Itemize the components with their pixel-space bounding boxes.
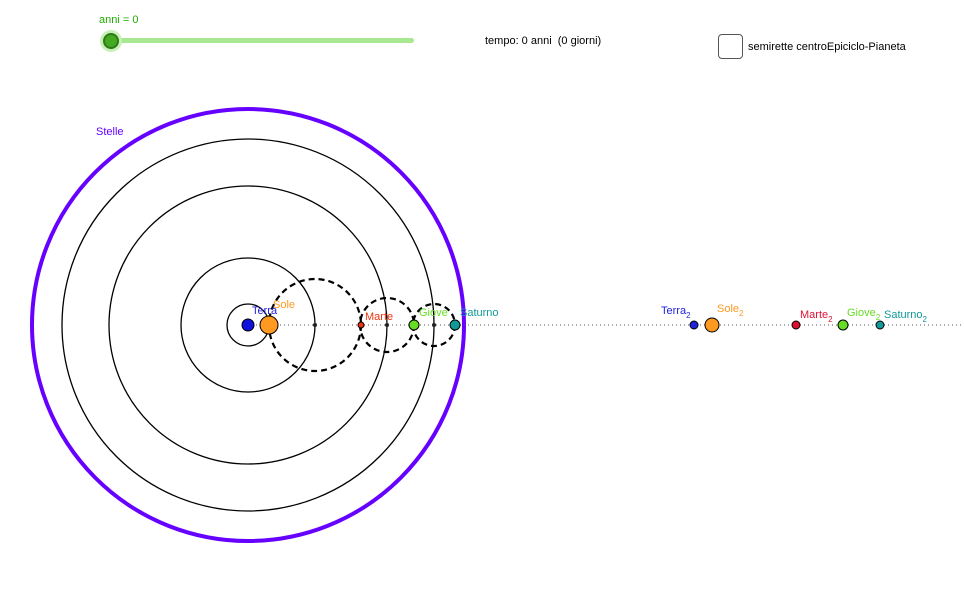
saturno-planet[interactable] <box>449 319 461 331</box>
marte-planet[interactable] <box>357 321 365 329</box>
giove2-planet[interactable] <box>837 319 849 331</box>
sole2-planet[interactable] <box>704 317 720 333</box>
terra-planet[interactable] <box>241 318 255 332</box>
marte2-planet[interactable] <box>791 320 801 330</box>
sole-planet[interactable] <box>259 315 279 335</box>
giove2-label: Giove2 <box>847 307 881 322</box>
terra2-planet[interactable] <box>689 320 699 330</box>
giove-planet[interactable] <box>408 319 420 331</box>
marte-epicycle-center-point <box>313 323 317 327</box>
sole-label: Sole <box>273 299 295 311</box>
saturno-epicycle-center-point <box>432 323 436 327</box>
saturno2-label: Saturno2 <box>884 309 928 324</box>
geocentric-model-canvas: Stelle Terra Sole Marte Giove Saturno Te… <box>30 107 964 543</box>
marte-label: Marte <box>365 311 393 323</box>
terra2-label: Terra2 <box>661 305 691 320</box>
stars-label: Stelle <box>96 126 124 138</box>
marte2-label: Marte2 <box>800 309 833 324</box>
giove-epicycle-center-point <box>385 323 389 327</box>
giove-label: Giove <box>419 307 448 319</box>
sole2-label: Sole2 <box>717 303 744 318</box>
saturno-label: Saturno <box>460 307 499 319</box>
saturno2-planet[interactable] <box>875 320 885 330</box>
